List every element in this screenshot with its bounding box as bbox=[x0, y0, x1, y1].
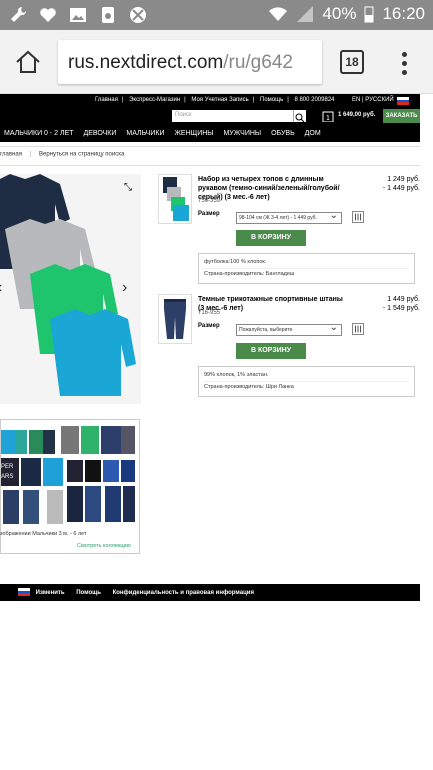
separator: | bbox=[184, 97, 186, 103]
overflow-menu-icon[interactable] bbox=[398, 50, 410, 76]
browser-toolbar: rus.nextdirect.com/ru/g642 18 bbox=[0, 30, 433, 94]
size-guide-icon[interactable] bbox=[352, 211, 364, 223]
size-guide-icon[interactable] bbox=[352, 323, 364, 335]
nav-men[interactable]: МУЖЧИНЫ bbox=[223, 130, 261, 137]
heart-check-icon bbox=[40, 8, 56, 22]
separator: | bbox=[121, 97, 124, 103]
size-select[interactable]: 98-104 см (Ж 3-4 лет) - 1 449 руб. bbox=[236, 210, 342, 224]
product-material: 99% хлопок, 1% эластан. bbox=[204, 370, 409, 382]
search-input[interactable]: Поиск bbox=[172, 110, 306, 122]
top-link-account[interactable]: Моя Учетная Запись bbox=[191, 97, 248, 103]
footer-help-link[interactable]: Помощь bbox=[76, 590, 101, 596]
size-select[interactable]: Пожалуйста, выберите bbox=[236, 322, 342, 336]
site-header: Главная | Экспресс-Магазин | Моя Учетная З… bbox=[0, 94, 420, 126]
nav-boys-baby[interactable]: МАЛЬЧИКИ 0 - 2 ЛЕТ bbox=[4, 130, 74, 137]
breadcrumb: главная Вернуться на страницу поиска bbox=[0, 151, 124, 158]
status-bar: 40% 16:20 bbox=[0, 0, 433, 30]
product-price: 1 249 руб. - 1 449 руб. bbox=[382, 176, 420, 192]
russia-flag-icon[interactable] bbox=[18, 588, 30, 596]
separator: | bbox=[252, 97, 255, 103]
clock: 16:20 bbox=[382, 4, 425, 23]
cart-icon[interactable]: 1 bbox=[322, 110, 334, 122]
expand-icon[interactable]: ⤡ bbox=[124, 182, 132, 193]
product-material: футболка:100 % хлопок. bbox=[204, 257, 409, 269]
separator: | bbox=[287, 97, 289, 103]
svg-text:PER: PER bbox=[1, 464, 14, 470]
size-label: Размер bbox=[198, 323, 220, 329]
product-description: футболка:100 % хлопок. Страна-производит… bbox=[198, 253, 415, 284]
image-icon bbox=[70, 8, 86, 22]
cart-total[interactable]: 1 649,00 руб. bbox=[338, 112, 375, 118]
language-switch[interactable]: EN | РУССКИЙ bbox=[352, 97, 394, 103]
add-to-cart-button[interactable]: В КОРЗИНУ bbox=[236, 230, 306, 246]
product-code: 756-359 bbox=[198, 198, 221, 204]
product-price: 1 449 руб. - 1 549 руб. bbox=[382, 296, 420, 312]
view-collection-link[interactable]: Смотреть коллекцию bbox=[77, 543, 131, 549]
wifi-icon bbox=[269, 7, 288, 22]
breadcrumb-home[interactable]: главная bbox=[0, 152, 22, 158]
search-icon[interactable] bbox=[293, 110, 306, 123]
url-field[interactable]: rus.nextdirect.com/ru/g642 bbox=[58, 40, 322, 84]
back-to-search-link[interactable]: Вернуться на страницу поиска bbox=[39, 152, 124, 158]
url-host: rus.nextdirect.com bbox=[68, 52, 224, 73]
product-origin: Страна-производитель: Шри Ланка bbox=[204, 384, 294, 390]
svg-text:1: 1 bbox=[326, 115, 330, 122]
web-page: Главная | Экспресс-Магазин | Моя Учетная З… bbox=[0, 94, 433, 770]
tabs-button[interactable]: 18 bbox=[340, 50, 364, 74]
product-code: 716-955 bbox=[198, 310, 221, 316]
top-link-help[interactable]: Помощь bbox=[260, 97, 283, 103]
home-icon[interactable] bbox=[14, 48, 42, 76]
signal-icon bbox=[297, 6, 314, 22]
nav-girls[interactable]: ДЕВОЧКИ bbox=[84, 130, 117, 137]
nav-home[interactable]: ДОМ bbox=[305, 130, 321, 137]
product-description: 99% хлопок, 1% эластан. Страна-производи… bbox=[198, 366, 415, 397]
recycle-icon bbox=[102, 7, 114, 23]
chevron-right-icon[interactable]: › bbox=[122, 279, 127, 297]
no-sound-icon bbox=[130, 7, 146, 23]
top-link-express[interactable]: Экспресс-Магазин bbox=[129, 97, 180, 103]
footer-change-link[interactable]: Изменить bbox=[36, 590, 65, 596]
battery-level: 40% bbox=[322, 4, 357, 23]
product-main-image[interactable] bbox=[0, 174, 141, 404]
nav-shoes[interactable]: ОБУВЬ bbox=[271, 130, 295, 137]
url-path: /ru/g642 bbox=[223, 52, 293, 73]
top-links: Главная | Экспресс-Магазин | Моя Учетная З… bbox=[95, 97, 339, 103]
nav-women[interactable]: ЖЕНЩИНЫ bbox=[174, 130, 213, 137]
checkout-button[interactable]: ЗАКАЗАТЬ bbox=[383, 109, 420, 123]
nav-boys[interactable]: МАЛЬЧИКИ bbox=[126, 130, 164, 137]
top-link-phone[interactable]: 8 800 2009824 bbox=[294, 97, 334, 103]
product-thumbnail[interactable] bbox=[158, 174, 192, 224]
add-to-cart-button[interactable]: В КОРЗИНУ bbox=[236, 343, 306, 359]
site-footer: Изменить Помощь Конфиденциальность и пра… bbox=[0, 584, 420, 601]
wrench-icon bbox=[11, 6, 27, 22]
divider bbox=[0, 165, 420, 166]
chevron-left-icon[interactable]: ‹ bbox=[0, 279, 2, 297]
size-label: Размер bbox=[198, 211, 220, 217]
product-thumbnail[interactable] bbox=[158, 294, 192, 344]
category-nav: МАЛЬЧИКИ 0 - 2 ЛЕТ ДЕВОЧКИ МАЛЬЧИКИ ЖЕНЩ… bbox=[0, 126, 420, 142]
product-origin: Страна-производитель: Бангладеш bbox=[204, 271, 295, 277]
battery-icon bbox=[364, 6, 374, 23]
product-title[interactable]: Темные трикотажные спортивные штаны (3 м… bbox=[198, 295, 348, 313]
product-title[interactable]: Набор из четырех топов с длинным рукавом… bbox=[198, 175, 348, 202]
collection-caption: зображении Мальчики 3 м. - 6 лет bbox=[0, 531, 87, 537]
footer-privacy-link[interactable]: Конфиденциальность и правовая информация bbox=[113, 590, 254, 596]
russia-flag-icon[interactable] bbox=[397, 97, 409, 105]
svg-text:ARS: ARS bbox=[1, 474, 13, 480]
divider bbox=[0, 146, 420, 147]
top-link-home[interactable]: Главная bbox=[95, 97, 118, 103]
